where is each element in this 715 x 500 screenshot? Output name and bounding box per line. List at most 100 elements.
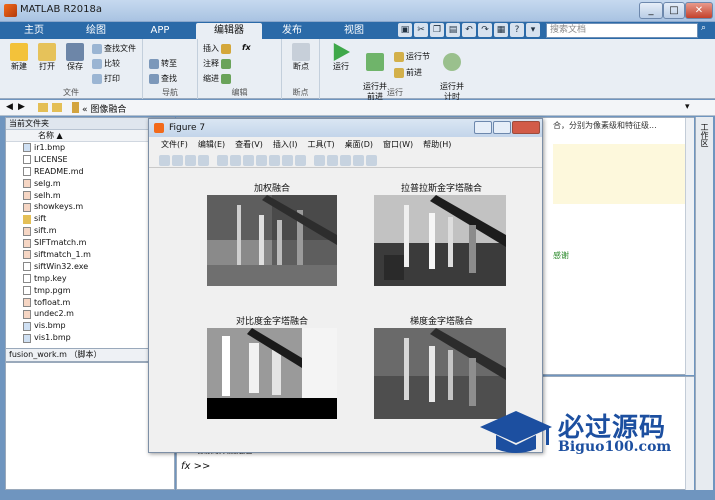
file-name: siftWin32.exe bbox=[34, 261, 89, 271]
file-icon bbox=[23, 274, 31, 284]
open-button[interactable]: 打开 bbox=[34, 43, 60, 72]
indent-icon bbox=[221, 73, 231, 84]
save-icon[interactable]: ▣ bbox=[398, 23, 412, 37]
chevron-down-icon[interactable]: ▾ bbox=[685, 102, 690, 112]
goto-icon bbox=[149, 58, 159, 69]
tab-editor[interactable]: 编辑器 bbox=[196, 23, 262, 39]
breadcrumb[interactable]: « 图像融合 bbox=[82, 102, 126, 115]
zoom-out-icon[interactable] bbox=[243, 154, 254, 166]
switch-windows-icon[interactable]: ▦ bbox=[494, 23, 508, 37]
figure-menu-item[interactable]: 插入(I) bbox=[273, 137, 298, 153]
comment-button[interactable]: 注释 bbox=[203, 58, 231, 69]
fx-button[interactable]: fx bbox=[242, 43, 251, 52]
figure-close-button[interactable] bbox=[512, 121, 540, 134]
colorbar-icon[interactable] bbox=[327, 154, 338, 166]
watermark-en-text: Biguo100.com bbox=[558, 439, 672, 455]
run-section-button[interactable]: 运行节 bbox=[394, 51, 430, 62]
print-icon[interactable] bbox=[198, 154, 209, 166]
pointer-icon[interactable] bbox=[217, 154, 228, 166]
zoom-in-icon[interactable] bbox=[230, 154, 241, 166]
toolbar-separator bbox=[308, 155, 312, 166]
contrast-pyramid-fusion-image bbox=[207, 328, 337, 419]
pan-icon[interactable] bbox=[256, 154, 267, 166]
compare-button[interactable]: 比较 bbox=[92, 58, 120, 69]
forward-arrow-icon[interactable]: ▶ bbox=[18, 102, 25, 112]
figure-toolbar bbox=[149, 153, 542, 168]
undo-icon[interactable]: ↶ bbox=[462, 23, 476, 37]
ribbon-group-label: 编辑 bbox=[231, 88, 248, 97]
copy-icon[interactable]: ❐ bbox=[430, 23, 444, 37]
find-button[interactable]: 查找 bbox=[149, 73, 177, 84]
figure-menu-item[interactable]: 查看(V) bbox=[235, 137, 263, 153]
tab-publish[interactable]: 发布 bbox=[262, 23, 322, 39]
breakpoints-button[interactable]: 断点 bbox=[288, 43, 314, 72]
ribbon-group-edit: 插入 注释 缩进 fx 编辑 bbox=[198, 39, 282, 99]
advance-button[interactable]: 前进 bbox=[394, 67, 422, 78]
legend-icon[interactable] bbox=[340, 154, 351, 166]
goto-button[interactable]: 转至 bbox=[149, 58, 177, 69]
save-icon[interactable] bbox=[185, 154, 196, 166]
ribbon-group-navigate: 转至 查找 导航 bbox=[143, 39, 198, 99]
search-icon[interactable]: ⌕ bbox=[701, 23, 706, 33]
close-button[interactable]: ✕ bbox=[685, 2, 713, 19]
tab-home[interactable]: 主页 bbox=[4, 23, 64, 39]
brush-icon[interactable] bbox=[295, 154, 306, 166]
mfile-icon bbox=[23, 309, 31, 319]
tab-plots[interactable]: 绘图 bbox=[66, 23, 126, 39]
file-name: ir1.bmp bbox=[34, 142, 66, 152]
file-name: tmp.key bbox=[34, 273, 67, 283]
editor-scrollbar[interactable] bbox=[685, 118, 694, 375]
data-cursor-icon[interactable] bbox=[282, 154, 293, 166]
figure-minimize-button[interactable] bbox=[474, 121, 492, 134]
hide-tools-icon[interactable] bbox=[353, 154, 364, 166]
insert-button[interactable]: 插入 bbox=[203, 43, 231, 54]
new-figure-icon[interactable] bbox=[159, 154, 170, 166]
open-icon[interactable] bbox=[172, 154, 183, 166]
new-button[interactable]: 新建 bbox=[6, 43, 32, 72]
quick-access-toolbar: ▣ ✂ ❐ ▤ ↶ ↷ ▦ ? ▾ bbox=[398, 23, 540, 38]
cut-icon[interactable]: ✂ bbox=[414, 23, 428, 37]
compare-icon bbox=[92, 58, 102, 69]
matlab-logo-icon bbox=[4, 4, 17, 17]
help-icon[interactable]: ? bbox=[510, 23, 524, 37]
minimize-button[interactable]: _ bbox=[639, 2, 663, 19]
run-button[interactable]: 运行 bbox=[328, 43, 354, 72]
figure-menu-item[interactable]: 文件(F) bbox=[161, 137, 188, 153]
plot-title: 梯度金字塔融合 bbox=[409, 317, 473, 327]
redo-icon[interactable]: ↷ bbox=[478, 23, 492, 37]
print-button[interactable]: 打印 bbox=[92, 73, 120, 84]
figure-menu-item[interactable]: 窗口(W) bbox=[383, 137, 413, 153]
file-name: undec2.m bbox=[34, 309, 74, 319]
figure-menubar: 文件(F) 编辑(E) 查看(V) 插入(I) 工具(T) 桌面(D) 窗口(W) 帮助(H) bbox=[149, 137, 542, 153]
workspace-collapsed-strip[interactable]: 工作区 bbox=[695, 117, 713, 490]
settings-icon[interactable]: ▾ bbox=[526, 23, 540, 37]
paste-icon[interactable]: ▤ bbox=[446, 23, 460, 37]
figure-menu-item[interactable]: 编辑(E) bbox=[198, 137, 225, 153]
search-documentation-input[interactable]: 搜索文档 bbox=[546, 23, 698, 38]
figure-menu-item[interactable]: 帮助(H) bbox=[423, 137, 451, 153]
maximize-button[interactable]: □ bbox=[663, 2, 685, 19]
tab-apps[interactable]: APP bbox=[130, 23, 190, 39]
figure-menu-item[interactable]: 工具(T) bbox=[307, 137, 334, 153]
rotate-icon[interactable] bbox=[269, 154, 280, 166]
figure-maximize-button[interactable] bbox=[493, 121, 511, 134]
save-button[interactable]: 保存 bbox=[62, 43, 88, 72]
link-icon[interactable] bbox=[314, 154, 325, 166]
file-icon bbox=[23, 155, 31, 165]
indent-button[interactable]: 缩进 bbox=[203, 73, 231, 84]
back-arrow-icon[interactable]: ◀ bbox=[6, 102, 13, 112]
mfile-icon bbox=[23, 179, 31, 189]
ribbon: 新建 打开 保存 查找文件 比较 打印 文件 转至 查找 导航 插入 注释 缩进… bbox=[0, 39, 715, 101]
mfile-icon bbox=[23, 191, 31, 200]
mfile-icon bbox=[23, 202, 31, 212]
find-files-button[interactable]: 查找文件 bbox=[92, 43, 136, 54]
browse-folder-icon[interactable] bbox=[52, 103, 62, 112]
ribbon-group-label: 导航 bbox=[162, 88, 178, 97]
dock-icon[interactable] bbox=[366, 154, 377, 166]
up-folder-icon[interactable] bbox=[38, 103, 48, 112]
workspace-label: 工作区 bbox=[700, 123, 709, 147]
plot-title: 对比度金字塔融合 bbox=[235, 317, 308, 327]
figure-menu-item[interactable]: 桌面(D) bbox=[345, 137, 373, 153]
tab-view[interactable]: 视图 bbox=[324, 23, 384, 39]
mfile-icon bbox=[23, 298, 31, 308]
